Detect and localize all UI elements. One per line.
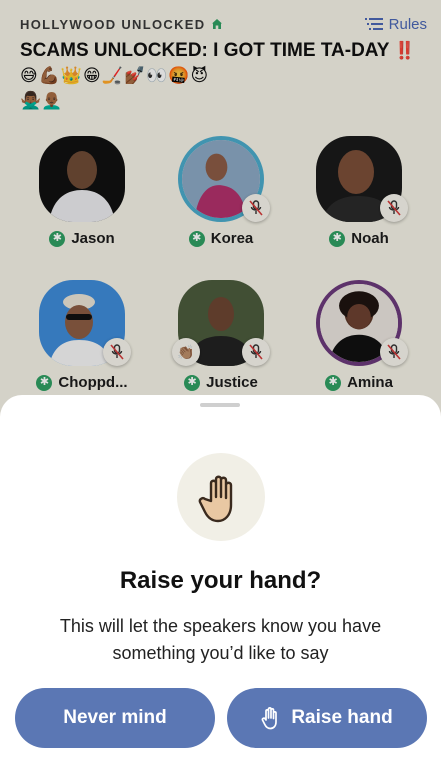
speaker-name: Korea	[210, 230, 254, 247]
room-title-text: SCAMS UNLOCKED: I GOT TIME TA-DAY	[20, 40, 390, 61]
speaker-name-row: ✱ Jason	[22, 230, 142, 247]
clapping-hands-icon: 👏🏽	[177, 343, 195, 360]
mute-indicator	[242, 338, 270, 366]
sheet-description: This will let the speakers know you have…	[59, 616, 382, 663]
mic-off-icon	[249, 344, 263, 360]
rules-label: Rules	[388, 15, 427, 33]
speaker-tile[interactable]: ✱ Choppd...	[22, 280, 142, 391]
mute-indicator	[380, 194, 408, 222]
moderator-badge-icon: ✱	[184, 374, 201, 391]
sheet-grabber[interactable]	[200, 403, 240, 407]
moderator-badge-icon: ✱	[329, 230, 346, 247]
mic-off-icon	[110, 344, 124, 360]
speaker-name: Amina	[347, 374, 393, 391]
moderator-badge-icon: ✱	[325, 374, 342, 391]
speaker-tile[interactable]: 👏🏽 ✱ Justice	[161, 280, 281, 391]
mute-indicator	[380, 338, 408, 366]
mute-indicator	[242, 194, 270, 222]
speaker-name-row: ✱ Korea	[161, 230, 281, 247]
speaker-tile[interactable]: ✱ Korea	[161, 136, 281, 247]
moderator-badge-icon: ✱	[188, 230, 205, 247]
moderator-badge-icon: ✱	[49, 230, 66, 247]
sheet-title: Raise your hand?	[119, 567, 322, 594]
speaker-name: Jason	[71, 230, 115, 247]
never-mind-button[interactable]: Never mind	[15, 688, 215, 748]
raise-hand-sheet: Raise your hand? This will let the speak…	[0, 395, 441, 784]
speaker-name: Choppd...	[58, 374, 128, 391]
raised-hand-illustration	[177, 453, 265, 541]
mute-indicator	[103, 338, 131, 366]
list-icon	[364, 18, 383, 30]
clapping-indicator: 👏🏽	[172, 338, 200, 366]
mic-off-icon	[387, 344, 401, 360]
never-mind-label: Never mind	[63, 707, 167, 728]
raise-hand-button[interactable]: Raise hand	[227, 688, 427, 748]
moderator-badge-icon: ✱	[36, 374, 53, 391]
room-title: SCAMS UNLOCKED: I GOT TIME TA-DAY ‼️😅💪🏾👑…	[20, 38, 420, 113]
mic-off-icon	[249, 200, 263, 216]
raised-hand-icon	[198, 475, 233, 523]
raise-hand-label: Raise hand	[291, 707, 393, 728]
club-link[interactable]: HOLLYWOOD UNLOCKED	[20, 17, 223, 32]
speaker-tile[interactable]: ✱ Jason	[22, 136, 142, 247]
avatar	[39, 136, 125, 222]
room-title-emojis-line2: 🙅🏾‍♂️👨🏾‍🦲	[20, 91, 63, 110]
speaker-name-row: ✱ Noah	[299, 230, 419, 247]
speaker-name: Noah	[351, 230, 389, 247]
speaker-tile[interactable]: ✱ Amina	[299, 280, 419, 391]
avatar-photo	[39, 136, 125, 222]
mic-off-icon	[387, 200, 401, 216]
room-header: HOLLYWOOD UNLOCKED Rules	[20, 14, 427, 34]
club-name: HOLLYWOOD UNLOCKED	[20, 16, 206, 32]
speaker-name-row: ✱ Amina	[299, 374, 419, 391]
speaker-name: Justice	[206, 374, 258, 391]
rules-button[interactable]: Rules	[364, 15, 427, 33]
house-icon	[212, 19, 223, 29]
hand-icon	[261, 707, 278, 730]
speaker-name-row: ✱ Choppd...	[22, 374, 142, 391]
speaker-name-row: ✱ Justice	[161, 374, 281, 391]
speaker-tile[interactable]: ✱ Noah	[299, 136, 419, 247]
